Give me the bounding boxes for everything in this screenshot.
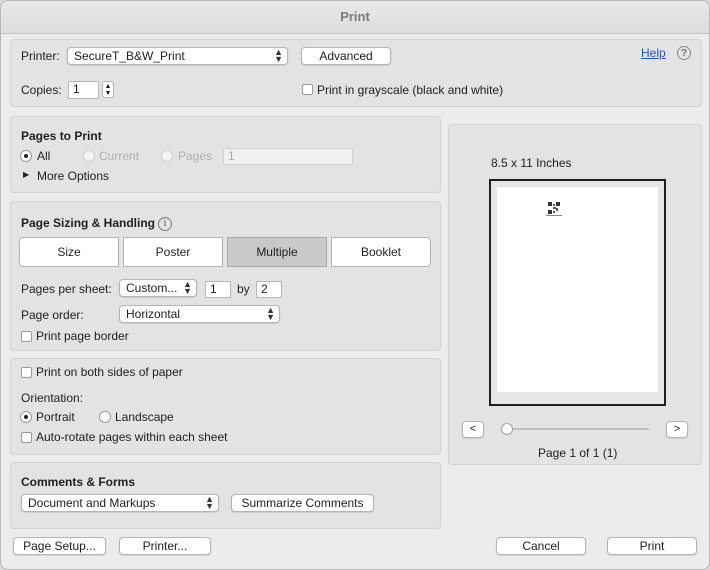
page-sizing-heading: Page Sizing & Handling — [21, 216, 156, 230]
pages-range-label: Pages — [178, 149, 213, 163]
rows-input[interactable]: 2 — [256, 281, 282, 298]
updown-chevron-icon: ▲ ▼ — [205, 494, 214, 511]
orientation-label: Orientation: — [21, 391, 84, 405]
page-slider-track[interactable] — [502, 428, 649, 430]
landscape-label: Landscape — [115, 410, 174, 424]
updown-chevron-icon: ▲ ▼ — [266, 305, 275, 322]
poster-mode-button[interactable]: Poster — [123, 237, 223, 267]
pages-per-sheet-value: Custom... — [126, 281, 178, 295]
page-order-label: Page order: — [21, 308, 84, 322]
printer-label: Printer: — [21, 49, 60, 63]
page-setup-button[interactable]: Page Setup... — [13, 537, 106, 555]
qr-caption-line — [546, 215, 562, 216]
printer-button[interactable]: Printer... — [119, 537, 211, 555]
advanced-button[interactable]: Advanced — [301, 47, 391, 65]
question-circle-icon[interactable]: ? — [677, 46, 691, 60]
page-preview — [489, 179, 666, 406]
autorotate-label: Auto-rotate pages within each sheet — [36, 430, 228, 444]
grayscale-checkbox[interactable] — [302, 84, 313, 95]
pages-per-sheet-select[interactable]: Custom... ▲ ▼ — [119, 279, 197, 297]
previous-page-button[interactable]: < — [462, 421, 484, 438]
page-border-label: Print page border — [36, 329, 129, 343]
page-order-value: Horizontal — [126, 307, 181, 321]
printer-select[interactable]: SecureT_B&W_Print ▲ ▼ — [67, 47, 288, 65]
cancel-button[interactable]: Cancel — [496, 537, 586, 555]
copies-stepper[interactable]: ▲ ▼ — [102, 81, 114, 98]
current-page-label: Current — [99, 149, 140, 163]
by-label: by — [237, 282, 250, 296]
current-page-radio[interactable] — [83, 150, 95, 162]
updown-chevron-icon: ▲ ▼ — [183, 279, 192, 296]
window-title: Print — [340, 9, 370, 24]
multiple-mode-button[interactable]: Multiple — [227, 237, 327, 267]
booklet-mode-button[interactable]: Booklet — [331, 237, 431, 267]
info-icon[interactable]: i — [158, 217, 172, 231]
more-options-label[interactable]: More Options — [37, 169, 109, 183]
copies-input[interactable]: 1 — [68, 81, 99, 99]
disclosure-triangle-icon[interactable]: ▶ — [23, 170, 29, 179]
printer-select-value: SecureT_B&W_Print — [74, 49, 185, 63]
all-pages-label: All — [37, 149, 51, 163]
columns-input[interactable]: 1 — [205, 281, 231, 298]
copies-label: Copies: — [21, 83, 62, 97]
page-order-select[interactable]: Horizontal ▲ ▼ — [119, 305, 280, 323]
print-dialog: Print Printer: SecureT_B&W_Print ▲ ▼ Adva… — [0, 0, 710, 570]
pages-range-radio[interactable] — [161, 150, 173, 162]
qr-code-thumbnail — [548, 202, 560, 214]
portrait-label: Portrait — [36, 410, 75, 424]
preview-page-sheet — [497, 187, 658, 392]
both-sides-label: Print on both sides of paper — [36, 365, 183, 379]
print-button[interactable]: Print — [607, 537, 697, 555]
summarize-comments-button[interactable]: Summarize Comments — [231, 494, 374, 512]
comments-forms-select[interactable]: Document and Markups ▲ ▼ — [21, 494, 219, 512]
comments-forms-value: Document and Markups — [28, 496, 156, 510]
pages-to-print-heading: Pages to Print — [21, 129, 102, 143]
title-bar: Print — [1, 1, 709, 34]
all-pages-radio[interactable] — [20, 150, 32, 162]
page-slider-thumb[interactable] — [501, 423, 513, 435]
comments-forms-heading: Comments & Forms — [21, 475, 136, 489]
page-status: Page 1 of 1 (1) — [538, 446, 618, 460]
paper-size-label: 8.5 x 11 Inches — [491, 156, 572, 170]
landscape-radio[interactable] — [99, 411, 111, 423]
pages-per-sheet-label: Pages per sheet: — [21, 282, 112, 296]
autorotate-checkbox[interactable] — [21, 432, 32, 443]
grayscale-label: Print in grayscale (black and white) — [317, 83, 504, 97]
both-sides-checkbox[interactable] — [21, 367, 32, 378]
updown-chevron-icon: ▲ ▼ — [274, 47, 283, 64]
pages-range-input[interactable]: 1 — [223, 148, 353, 165]
next-page-button[interactable]: > — [666, 421, 688, 438]
portrait-radio[interactable] — [20, 411, 32, 423]
page-border-checkbox[interactable] — [21, 331, 32, 342]
size-mode-button[interactable]: Size — [19, 237, 119, 267]
help-link[interactable]: Help — [641, 46, 666, 60]
